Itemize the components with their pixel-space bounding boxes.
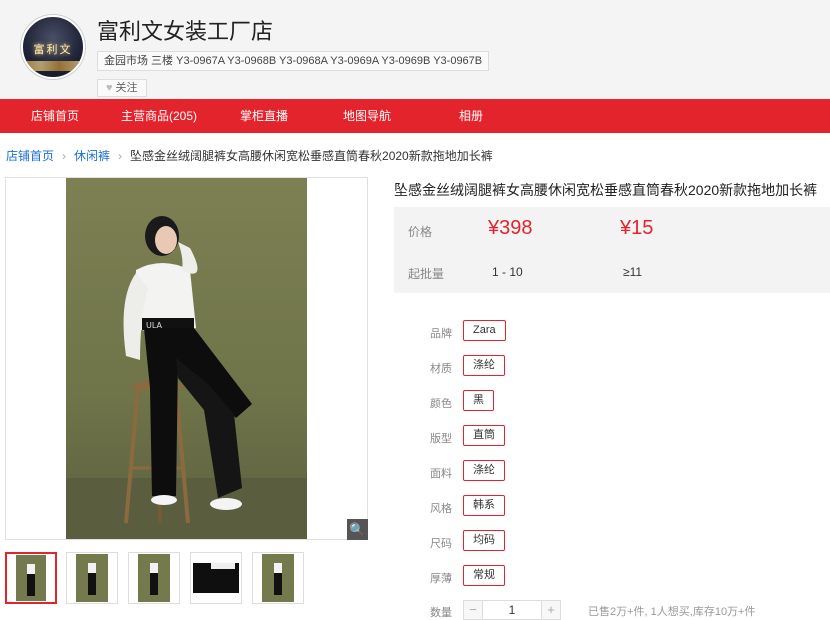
product-title: 坠感金丝绒阔腿裤女高腰休闲宽松垂感直筒春秋2020新款拖地加长裤 [394,182,818,198]
thumbnail-figure [88,563,96,595]
breadcrumb-home-link[interactable]: 店铺首页 [6,149,54,163]
quantity-minus-button[interactable]: − [463,600,483,620]
shop-name[interactable]: 富利文女装工厂店 [97,14,273,46]
heart-icon: ♥ [106,82,113,94]
shop-header: 富利文 富利文女装工厂店 金园市场 三楼 Y3-0967A Y3-0968B Y… [0,0,830,99]
thumbnail-3[interactable] [128,552,180,604]
price-tier-1: ¥398 [488,217,533,239]
batch-range-2: ≥11 [623,265,643,279]
attr-label-thickness: 厚薄 [430,573,452,585]
attr-value-fabric[interactable]: 涤纶 [463,460,505,481]
nav-item-album[interactable]: 相册 [459,99,483,133]
price-box: 价格 ¥398 ¥15 起批量 1 - 10 ≥11 [394,207,830,293]
magnifier-icon[interactable]: 🔍 [347,519,368,540]
attr-label-fit: 版型 [430,433,452,445]
thumbnail-5[interactable] [252,552,304,604]
nav-item-live[interactable]: 掌柜直播 [240,99,288,133]
attr-label-color: 颜色 [430,398,452,410]
quantity-input[interactable]: 1 [483,600,541,620]
nav-item-map[interactable]: 地图导航 [343,99,391,133]
sales-info: 已售2万+件, 1人想买,库存10万+件 [588,606,756,618]
attr-label-style: 风格 [430,503,452,515]
follow-button[interactable]: ♥ 关注 [97,79,147,97]
breadcrumb-category-link[interactable]: 休闲裤 [74,149,110,163]
attr-value-brand[interactable]: Zara [463,320,506,341]
follow-label: 关注 [115,82,138,94]
thumbnail-4[interactable] [190,552,242,604]
nav-item-products[interactable]: 主营商品(205) [121,99,197,133]
attr-value-size[interactable]: 均码 [463,530,505,551]
batch-range-1: 1 - 10 [492,265,523,279]
shop-navbar: 店铺首页 主营商品(205) 掌柜直播 地图导航 相册 [0,99,830,133]
thumbnail-figure [27,564,35,596]
thumbnail-figure [150,563,158,595]
shop-logo[interactable]: 富利文 [21,15,85,79]
price-tier-2: ¥15 [620,217,654,239]
quantity-label: 数量 [430,607,452,619]
thumbnail-1[interactable] [5,552,57,604]
shop-logo-text: 富利文 [33,43,73,56]
attr-value-color[interactable]: 黑 [463,390,494,411]
attr-value-material[interactable]: 涤纶 [463,355,505,376]
breadcrumb-current: 坠感金丝绒阔腿裤女高腰休闲宽松垂感直筒春秋2020新款拖地加长裤 [130,149,493,163]
batch-label: 起批量 [408,267,445,281]
thumbnail-figure [274,563,282,595]
price-label: 价格 [408,225,433,239]
nav-item-home[interactable]: 店铺首页 [31,99,79,133]
attr-value-style[interactable]: 韩系 [463,495,505,516]
quantity-plus-button[interactable]: + [541,600,561,620]
shop-logo-lights [23,61,83,71]
main-product-image[interactable]: ULA [5,177,368,540]
attr-label-fabric: 面料 [430,468,452,480]
attr-label-material: 材质 [430,363,452,375]
attr-value-thickness[interactable]: 常规 [463,565,505,586]
attr-value-fit[interactable]: 直筒 [463,425,505,446]
attr-label-brand: 品牌 [430,328,452,340]
attr-label-size: 尺码 [430,538,452,550]
chevron-right-icon: › [118,149,123,163]
product-photo: ULA [66,178,307,539]
breadcrumb: 店铺首页 › 休闲裤 › 坠感金丝绒阔腿裤女高腰休闲宽松垂感直筒春秋2020新款拖地加长… [6,147,493,164]
shop-address: 金园市场 三楼 Y3-0967A Y3-0968B Y3-0968A Y3-09… [97,51,490,71]
thumbnail-2[interactable] [66,552,118,604]
chevron-right-icon: › [62,149,67,163]
model-illustration: ULA [66,216,307,539]
